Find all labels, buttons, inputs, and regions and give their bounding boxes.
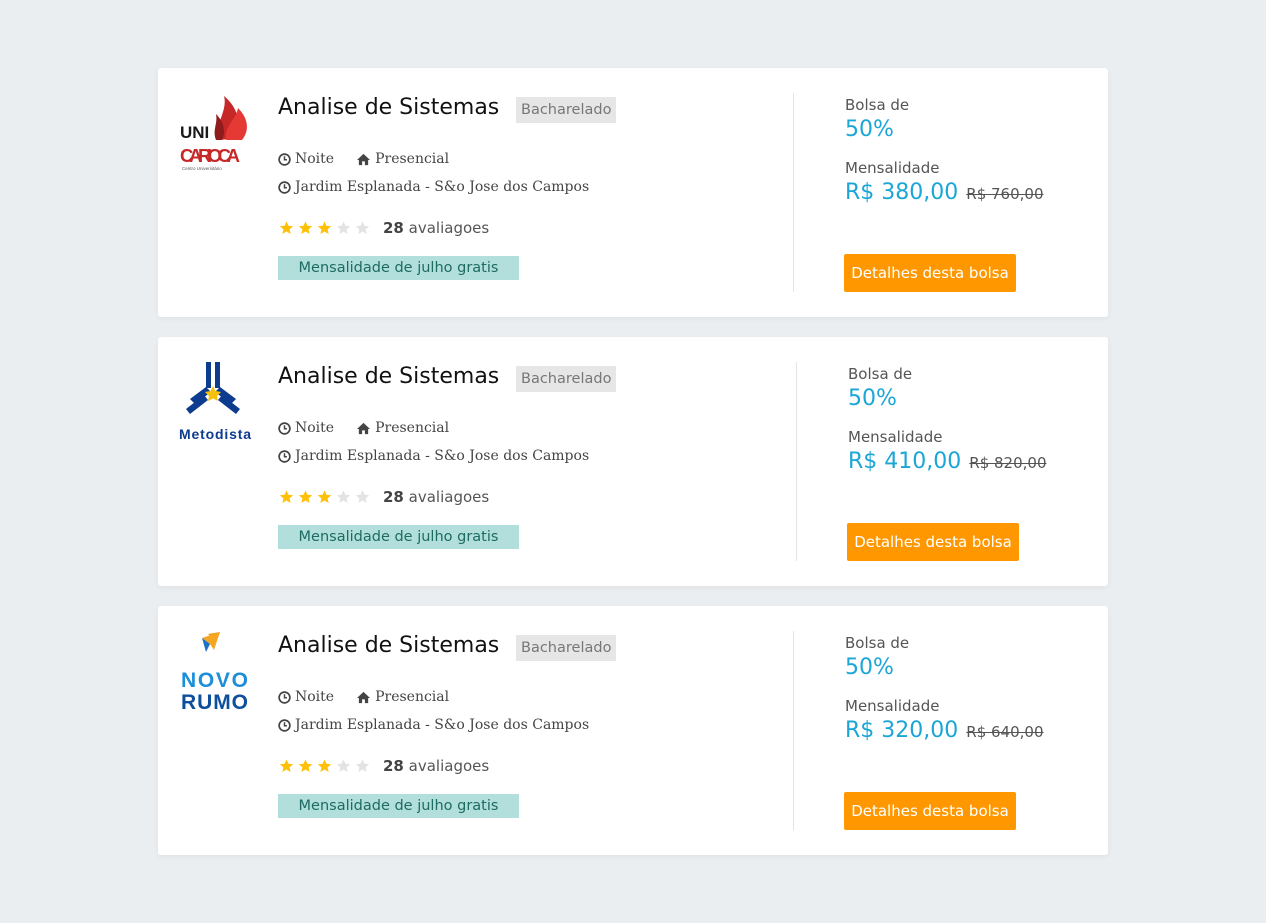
bolsa-label: Bolsa de: [845, 96, 910, 114]
bolsa-label: Bolsa de: [848, 365, 913, 383]
clock-icon: [278, 449, 291, 463]
course-title: Analise de Sistemas: [278, 364, 500, 389]
svg-text:Centro Universitário: Centro Universitário: [182, 166, 222, 171]
metodista-logo: Metodista: [176, 359, 256, 449]
home-icon: [356, 691, 371, 704]
campus-label: Jardim Esplanada - S&o Jose dos Campos: [295, 179, 590, 195]
reviews-count: 28 avaliagoes: [383, 757, 490, 775]
star-icon: [298, 490, 313, 503]
details-button[interactable]: Detalhes desta bolsa: [844, 792, 1016, 830]
star-icon: [317, 759, 332, 772]
scholarship-card: Metodista Analise de Sistemas Bacharelad…: [158, 337, 1108, 586]
old-price: R$ 640,00: [966, 723, 1044, 741]
promo-badge: Mensalidade de julho gratis: [278, 256, 519, 280]
old-price: R$ 820,00: [969, 454, 1047, 472]
price-panel: Bolsa de 50% Mensalidade R$ 380,00 R$ 76…: [845, 96, 1044, 205]
bolsa-value: 50%: [845, 655, 894, 680]
svg-text:UNI: UNI: [180, 123, 209, 142]
star-empty-icon: [336, 221, 351, 234]
campus-row: Jardim Esplanada - S&o Jose dos Campos: [278, 717, 589, 733]
star-empty-icon: [336, 759, 351, 772]
star-icon: [317, 490, 332, 503]
campus-label: Jardim Esplanada - S&o Jose dos Campos: [295, 448, 590, 464]
clock-icon: [278, 152, 291, 166]
svg-text:RUMO: RUMO: [181, 691, 248, 714]
current-price: R$ 320,00: [845, 718, 959, 743]
home-icon: [356, 422, 371, 435]
current-price: R$ 380,00: [845, 180, 959, 205]
mensalidade-label: Mensalidade: [845, 159, 940, 177]
star-empty-icon: [336, 490, 351, 503]
promo-badge: Mensalidade de julho gratis: [278, 525, 519, 549]
rating: 28 avaliagoes: [278, 219, 489, 237]
campus-label: Jardim Esplanada - S&o Jose dos Campos: [295, 717, 590, 733]
unicarioca-logo: UNI CARIOCA Centro Universitário: [176, 90, 256, 180]
clock-icon: [278, 421, 291, 435]
old-price: R$ 760,00: [966, 185, 1044, 203]
scholarship-card: NOVO RUMO Analise de Sistemas Bacharelad…: [158, 606, 1108, 855]
home-icon: [356, 153, 371, 166]
divider: [796, 362, 797, 561]
bolsa-value: 50%: [848, 386, 897, 411]
svg-text:NOVO: NOVO: [181, 669, 248, 692]
modality-label: Presencial: [375, 151, 450, 167]
reviews-count: 28 avaliagoes: [383, 488, 490, 506]
star-empty-icon: [355, 490, 370, 503]
shift-label: Noite: [295, 689, 335, 705]
shift-modality-row: Noite Presencial: [278, 420, 449, 436]
mensalidade-label: Mensalidade: [845, 697, 940, 715]
bolsa-value: 50%: [845, 117, 894, 142]
details-button[interactable]: Detalhes desta bolsa: [844, 254, 1016, 292]
star-empty-icon: [355, 759, 370, 772]
scholarship-list: UNI CARIOCA Centro Universitário Analise…: [158, 68, 1108, 875]
star-icon: [279, 759, 294, 772]
promo-badge: Mensalidade de julho gratis: [278, 794, 519, 818]
divider: [793, 631, 794, 830]
course-title: Analise de Sistemas: [278, 633, 500, 658]
shift-modality-row: Noite Presencial: [278, 689, 449, 705]
shift-modality-row: Noite Presencial: [278, 151, 449, 167]
star-icon: [279, 490, 294, 503]
degree-badge: Bacharelado: [516, 97, 617, 123]
mensalidade-label: Mensalidade: [848, 428, 943, 446]
bolsa-label: Bolsa de: [845, 634, 910, 652]
rating: 28 avaliagoes: [278, 488, 489, 506]
divider: [793, 93, 794, 292]
clock-icon: [278, 690, 291, 704]
svg-text:CARIOCA: CARIOCA: [180, 145, 240, 166]
scholarship-card: UNI CARIOCA Centro Universitário Analise…: [158, 68, 1108, 317]
price-panel: Bolsa de 50% Mensalidade R$ 320,00 R$ 64…: [845, 634, 1044, 743]
star-empty-icon: [355, 221, 370, 234]
degree-badge: Bacharelado: [516, 366, 617, 392]
price-panel: Bolsa de 50% Mensalidade R$ 410,00 R$ 82…: [848, 365, 1047, 474]
campus-row: Jardim Esplanada - S&o Jose dos Campos: [278, 179, 589, 195]
modality-label: Presencial: [375, 420, 450, 436]
current-price: R$ 410,00: [848, 449, 962, 474]
shift-label: Noite: [295, 151, 335, 167]
star-icon: [317, 221, 332, 234]
svg-text:Metodista: Metodista: [179, 426, 251, 442]
modality-label: Presencial: [375, 689, 450, 705]
degree-badge: Bacharelado: [516, 635, 617, 661]
star-icon: [298, 759, 313, 772]
reviews-count: 28 avaliagoes: [383, 219, 490, 237]
clock-icon: [278, 718, 291, 732]
course-title: Analise de Sistemas: [278, 95, 500, 120]
novo-rumo-logo: NOVO RUMO: [176, 628, 256, 718]
clock-icon: [278, 180, 291, 194]
shift-label: Noite: [295, 420, 335, 436]
star-icon: [279, 221, 294, 234]
details-button[interactable]: Detalhes desta bolsa: [847, 523, 1019, 561]
campus-row: Jardim Esplanada - S&o Jose dos Campos: [278, 448, 589, 464]
rating: 28 avaliagoes: [278, 757, 489, 775]
star-icon: [298, 221, 313, 234]
